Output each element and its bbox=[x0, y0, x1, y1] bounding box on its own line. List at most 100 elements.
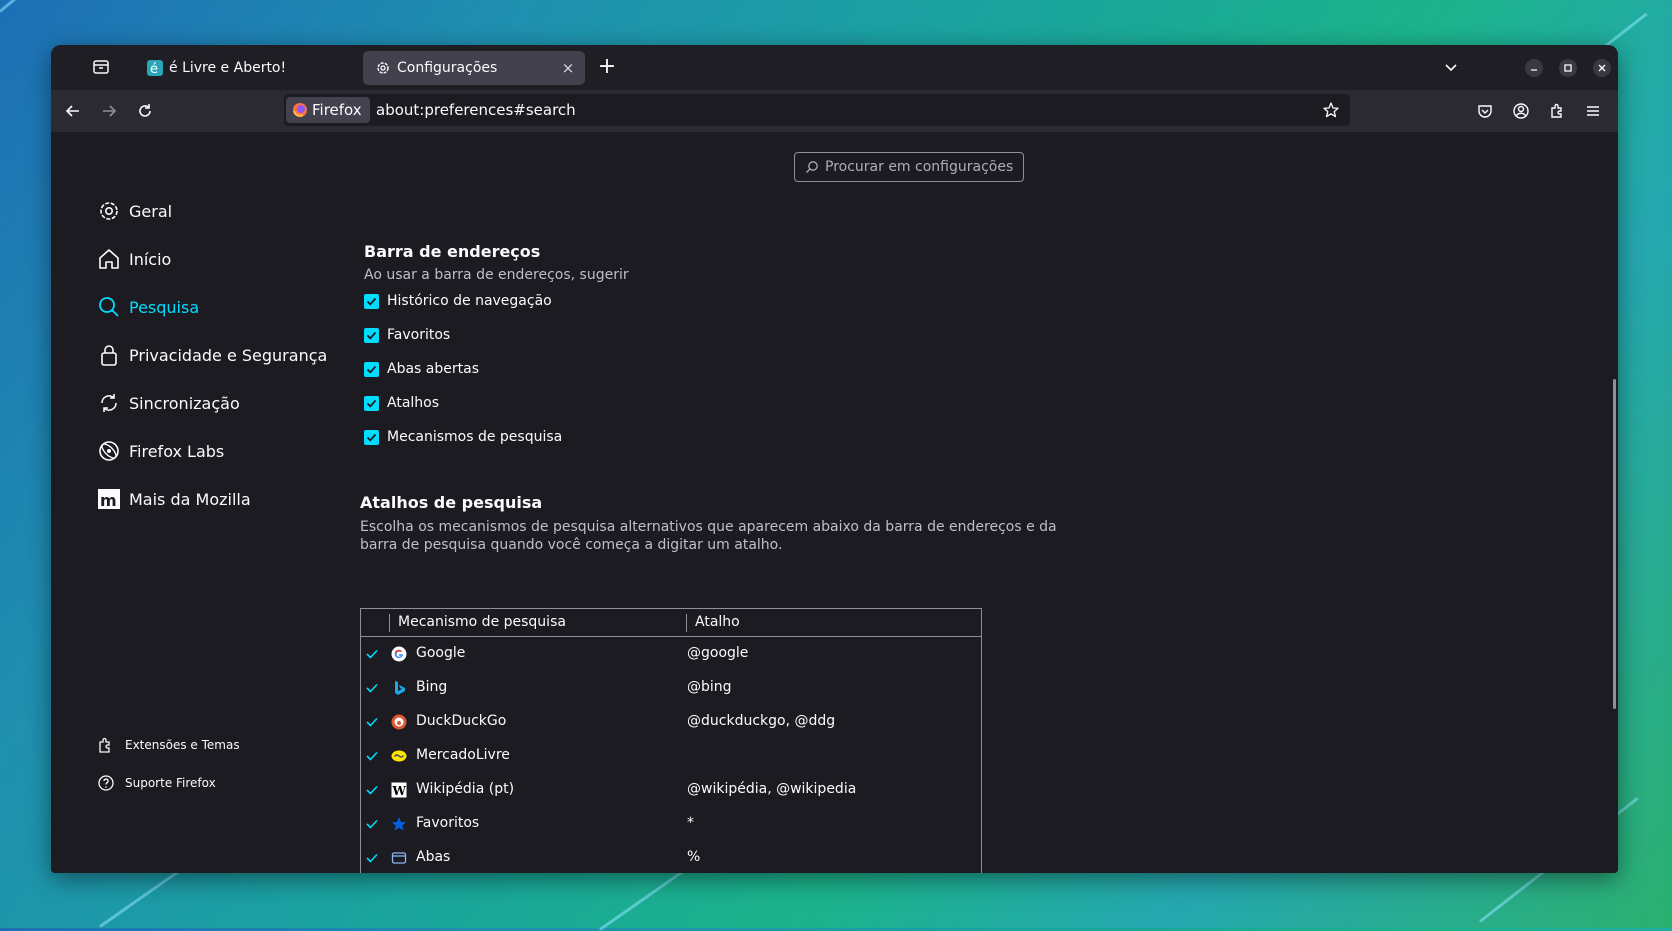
engine-name: Favoritos bbox=[416, 815, 480, 831]
engine-keyword[interactable]: @duckduckgo, @ddg bbox=[687, 713, 835, 729]
identity-box[interactable]: Firefox bbox=[286, 97, 370, 123]
checkbox-favoritos[interactable]: Favoritos bbox=[364, 327, 450, 343]
minimize-icon[interactable] bbox=[1525, 59, 1543, 77]
mozilla-icon: m bbox=[97, 487, 121, 511]
column-header-mecanismo[interactable]: Mecanismo de pesquisa bbox=[398, 614, 566, 630]
engine-keyword[interactable]: @google bbox=[687, 645, 748, 661]
sidebar-item-inicio[interactable]: Início bbox=[97, 247, 171, 271]
check-icon[interactable] bbox=[365, 715, 379, 729]
check-icon[interactable] bbox=[365, 783, 379, 797]
checkbox-checked-icon bbox=[364, 361, 379, 377]
checkbox-label: Favoritos bbox=[387, 327, 451, 343]
sidebar-item-firefox-labs[interactable]: Firefox Labs bbox=[97, 439, 224, 463]
site-favicon-icon: é bbox=[147, 60, 163, 77]
maximize-icon[interactable] bbox=[1559, 59, 1577, 77]
engine-keyword[interactable]: % bbox=[687, 849, 700, 865]
firefox-logo-icon bbox=[292, 102, 308, 118]
help-icon bbox=[97, 774, 115, 792]
forward-icon[interactable] bbox=[99, 101, 119, 121]
checkbox-mecanismos[interactable]: Mecanismos de pesquisa bbox=[364, 429, 562, 445]
check-icon[interactable] bbox=[365, 817, 379, 831]
search-shortcuts-table: Mecanismo de pesquisa Atalho Google @goo… bbox=[360, 608, 982, 873]
sidebar-link-extensoes[interactable]: Extensões e Temas bbox=[97, 736, 240, 754]
engine-keyword[interactable]: @bing bbox=[687, 679, 732, 695]
preferences-page: Procurar em configurações Geral Início P… bbox=[51, 132, 1618, 873]
gear-icon bbox=[375, 60, 391, 76]
close-tab-icon[interactable]: × bbox=[559, 59, 577, 77]
google-icon bbox=[391, 646, 407, 662]
duckduckgo-icon bbox=[391, 714, 407, 730]
engine-name: Google bbox=[416, 645, 466, 661]
check-icon[interactable] bbox=[365, 851, 379, 865]
tab-title: Configurações bbox=[397, 60, 498, 76]
search-icon bbox=[97, 295, 121, 319]
engine-name: Wikipédia (pt) bbox=[416, 781, 515, 797]
sidebar-item-privacidade[interactable]: Privacidade e Segurança bbox=[97, 343, 327, 367]
gear-icon bbox=[97, 199, 121, 223]
checkbox-abas-abertas[interactable]: Abas abertas bbox=[364, 361, 479, 377]
back-icon[interactable] bbox=[63, 101, 83, 121]
sidebar-item-pesquisa[interactable]: Pesquisa bbox=[97, 295, 199, 319]
settings-search-input[interactable]: Procurar em configurações bbox=[794, 152, 1024, 182]
table-row[interactable]: Google @google bbox=[361, 637, 981, 671]
table-header: Mecanismo de pesquisa Atalho bbox=[361, 609, 981, 637]
checkbox-historico[interactable]: Histórico de navegação bbox=[364, 293, 552, 309]
bookmark-star-icon[interactable] bbox=[1322, 101, 1340, 119]
table-row[interactable]: MercadoLivre bbox=[361, 739, 981, 773]
engine-keyword[interactable]: * bbox=[687, 815, 694, 831]
checkbox-label: Mecanismos de pesquisa bbox=[387, 429, 563, 445]
new-tab-button[interactable]: + bbox=[596, 56, 618, 79]
reload-icon[interactable] bbox=[135, 101, 155, 121]
url-bar[interactable]: Firefox about:preferences#search bbox=[284, 94, 1350, 126]
sidebar-footer-label: Extensões e Temas bbox=[125, 738, 240, 752]
sidebar-item-label: Privacidade e Segurança bbox=[129, 345, 328, 365]
check-icon[interactable] bbox=[365, 749, 379, 763]
account-icon[interactable] bbox=[1511, 101, 1531, 121]
section-title-atalhos-pesquisa: Atalhos de pesquisa bbox=[360, 493, 543, 512]
identity-label: Firefox bbox=[312, 101, 362, 119]
puzzle-icon bbox=[97, 736, 115, 754]
home-icon bbox=[97, 247, 121, 271]
column-separator bbox=[389, 614, 390, 632]
table-row[interactable]: W Wikipédia (pt) @wikipédia, @wikipedia bbox=[361, 773, 981, 807]
table-row[interactable]: Abas % bbox=[361, 841, 981, 873]
wikipedia-icon: W bbox=[391, 782, 407, 798]
section-description: Escolha os mecanismos de pesquisa altern… bbox=[360, 519, 1057, 535]
lock-icon bbox=[97, 343, 121, 367]
hamburger-menu-icon[interactable] bbox=[1583, 101, 1603, 121]
table-row[interactable]: Bing @bing bbox=[361, 671, 981, 705]
sidebar-link-suporte[interactable]: Suporte Firefox bbox=[97, 774, 216, 792]
checkbox-checked-icon bbox=[364, 327, 379, 343]
sidebar-item-geral[interactable]: Geral bbox=[97, 199, 172, 223]
sidebar-footer-label: Suporte Firefox bbox=[125, 776, 216, 790]
navigation-toolbar: Firefox about:preferences#search bbox=[51, 90, 1618, 132]
check-icon[interactable] bbox=[365, 647, 379, 661]
check-icon[interactable] bbox=[365, 681, 379, 695]
sidebar-item-sincronizacao[interactable]: Sincronização bbox=[97, 391, 240, 415]
extensions-icon[interactable] bbox=[1547, 101, 1567, 121]
pocket-icon[interactable] bbox=[1475, 101, 1495, 121]
sidebar-item-label: Firefox Labs bbox=[129, 441, 225, 461]
star-icon bbox=[391, 816, 407, 832]
column-header-atalho[interactable]: Atalho bbox=[695, 614, 740, 630]
section-title-barra-enderecos: Barra de endereços bbox=[364, 242, 541, 261]
checkbox-atalhos[interactable]: Atalhos bbox=[364, 395, 439, 411]
firefox-view-icon[interactable] bbox=[91, 57, 111, 77]
svg-text:m: m bbox=[100, 491, 117, 510]
engine-keyword[interactable]: @wikipédia, @wikipedia bbox=[687, 781, 856, 797]
tab-bar: é é Livre e Aberto! × Configurações × + bbox=[51, 45, 1618, 90]
sidebar-item-label: Geral bbox=[129, 201, 173, 221]
sidebar-item-mais-mozilla[interactable]: m Mais da Mozilla bbox=[97, 487, 251, 511]
table-row[interactable]: Favoritos * bbox=[361, 807, 981, 841]
table-row[interactable]: DuckDuckGo @duckduckgo, @ddg bbox=[361, 705, 981, 739]
browser-window: é é Livre e Aberto! × Configurações × + bbox=[51, 45, 1618, 873]
url-text[interactable]: about:preferences#search bbox=[376, 101, 576, 119]
checkbox-checked-icon bbox=[364, 429, 379, 445]
close-window-icon[interactable] bbox=[1593, 59, 1611, 77]
bing-icon bbox=[391, 680, 407, 696]
tab-configuracoes[interactable]: Configurações × bbox=[363, 51, 585, 85]
tab-icon bbox=[391, 850, 407, 866]
scrollbar-thumb[interactable] bbox=[1613, 379, 1616, 709]
chevron-down-icon[interactable] bbox=[1443, 60, 1459, 76]
column-separator bbox=[686, 614, 687, 632]
